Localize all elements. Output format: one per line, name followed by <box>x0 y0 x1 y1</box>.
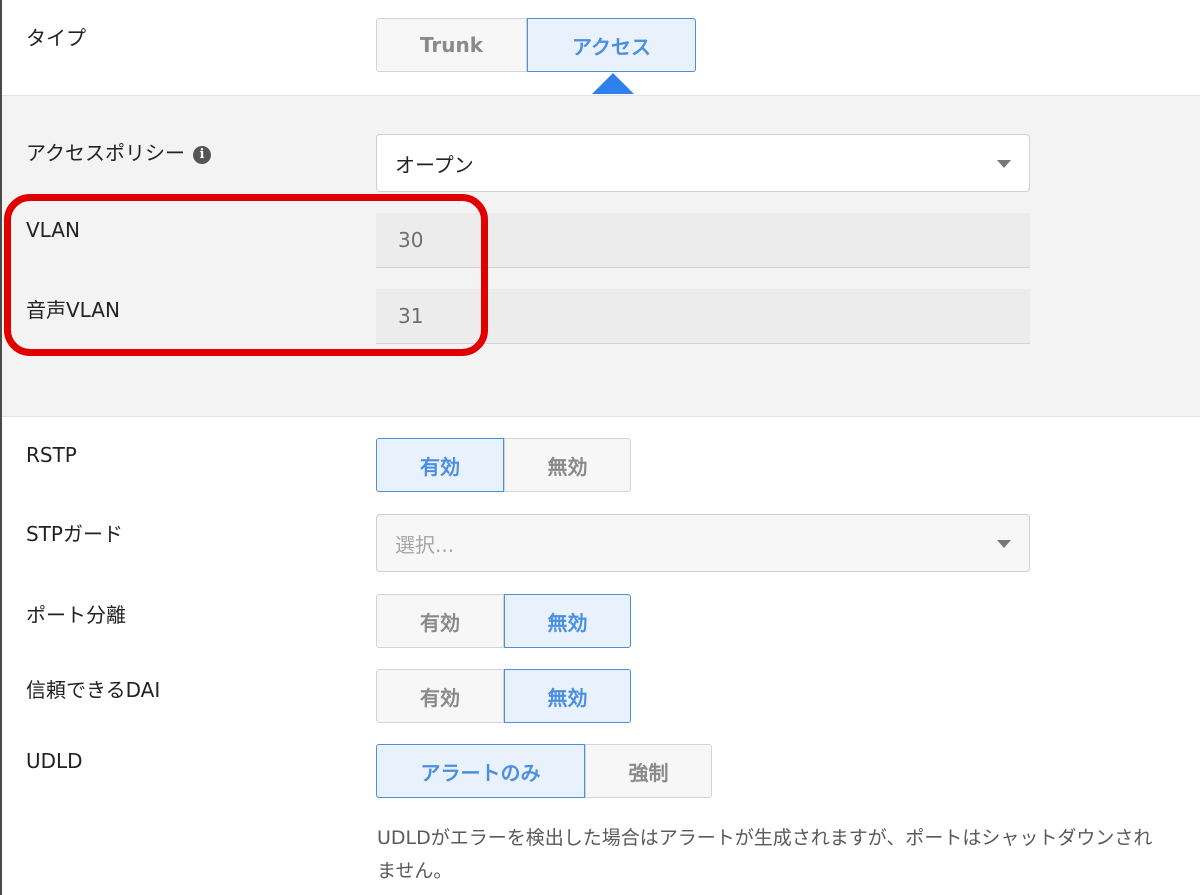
port-isolation-label: ポート分離 <box>26 603 126 627</box>
udld-label: UDLD <box>26 749 83 773</box>
port-isolation-enable-button[interactable]: 有効 <box>376 594 504 648</box>
rstp-label: RSTP <box>26 443 77 467</box>
udld-help-text: UDLDがエラーを検出した場合はアラートが生成されますが、ポートはシャットダウン… <box>377 827 1153 882</box>
trusted-dai-segmented-control: 有効 無効 <box>376 669 631 723</box>
stp-guard-select[interactable]: 選択... <box>376 514 1030 572</box>
type-segmented-control: Trunk アクセス <box>376 18 696 72</box>
trusted-dai-enable-button[interactable]: 有効 <box>376 669 504 723</box>
port-isolation-disable-button[interactable]: 無効 <box>504 594 631 648</box>
rstp-enable-button[interactable]: 有効 <box>376 438 504 492</box>
panel-pointer-caret-icon <box>592 73 634 94</box>
highlight-annotation-box <box>4 194 488 356</box>
type-trunk-button[interactable]: Trunk <box>376 18 527 72</box>
access-policy-select[interactable]: オープン <box>376 134 1030 192</box>
trusted-dai-label: 信頼できるDAI <box>26 678 161 702</box>
info-circle-icon[interactable]: i <box>193 145 211 164</box>
rstp-segmented-control: 有効 無効 <box>376 438 631 492</box>
access-policy-label-text: アクセスポリシー <box>26 141 185 165</box>
port-isolation-segmented-control: 有効 無効 <box>376 594 631 648</box>
access-policy-label: アクセスポリシー i <box>26 137 211 166</box>
udld-enforce-button[interactable]: 強制 <box>585 744 712 798</box>
type-label: タイプ <box>26 26 86 50</box>
trusted-dai-disable-button[interactable]: 無効 <box>504 669 631 723</box>
udld-segmented-control: アラートのみ 強制 <box>376 744 712 798</box>
type-access-button[interactable]: アクセス <box>527 18 696 72</box>
caret-down-icon <box>997 160 1011 168</box>
caret-down-icon <box>997 540 1011 548</box>
stp-guard-placeholder: 選択... <box>395 532 455 557</box>
rstp-disable-button[interactable]: 無効 <box>504 438 631 492</box>
access-policy-value: オープン <box>395 152 474 177</box>
udld-alert-only-button[interactable]: アラートのみ <box>376 744 585 798</box>
stp-guard-label: STPガード <box>26 522 123 546</box>
